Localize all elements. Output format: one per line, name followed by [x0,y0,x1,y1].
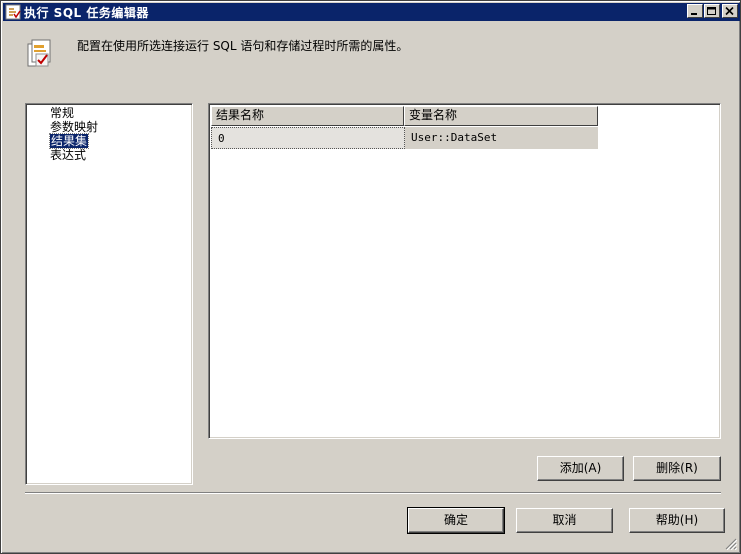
title-bar[interactable]: 执行 SQL 任务编辑器 [3,3,740,21]
cell-variable-name[interactable]: User::DataSet [405,127,598,149]
nav-item-label: 常规 [50,106,75,120]
nav-list: 常规 参数映射 结果集 表达式 [25,103,193,485]
nav-item-result-set[interactable]: 结果集 [48,133,90,149]
header-description: 配置在使用所选连接运行 SQL 语句和存储过程时所需的属性。 [77,39,409,53]
nav-item-parameter-mapping[interactable]: 参数映射 [50,120,98,134]
cancel-button[interactable]: 取消 [516,508,613,533]
delete-button[interactable]: 删除(R) [633,456,721,481]
close-icon [725,7,734,16]
minimize-icon [691,13,697,15]
maximize-button[interactable] [704,4,720,18]
column-header-variable-name[interactable]: 变量名称 [404,106,598,126]
nav-item-label: 结果集 [48,133,90,149]
separator [25,492,721,494]
resize-grip-icon[interactable] [725,538,737,550]
column-header-result-name[interactable]: 结果名称 [211,106,404,126]
nav-item-label: 表达式 [50,148,87,162]
app-icon [5,4,21,20]
ok-button[interactable]: 确定 [407,507,505,534]
maximize-icon [707,7,716,15]
add-button[interactable]: 添加(A) [537,456,624,481]
result-set-grid[interactable]: 结果名称 变量名称 0 User::DataSet [208,103,721,439]
minimize-button[interactable] [687,4,703,18]
help-button[interactable]: 帮助(H) [629,508,725,533]
nav-item-expressions[interactable]: 表达式 [50,148,86,162]
cell-result-name[interactable]: 0 [211,127,405,149]
close-button[interactable] [722,4,738,18]
nav-item-general[interactable]: 常规 [50,106,74,120]
task-properties-icon [27,39,51,67]
nav-item-label: 参数映射 [50,120,99,134]
window-title: 执行 SQL 任务编辑器 [24,5,149,20]
title-buttons [686,4,738,18]
dialog-window: 执行 SQL 任务编辑器 配置在使用所选连接运行 SQL 语句和存储过程时所需的… [0,0,741,554]
